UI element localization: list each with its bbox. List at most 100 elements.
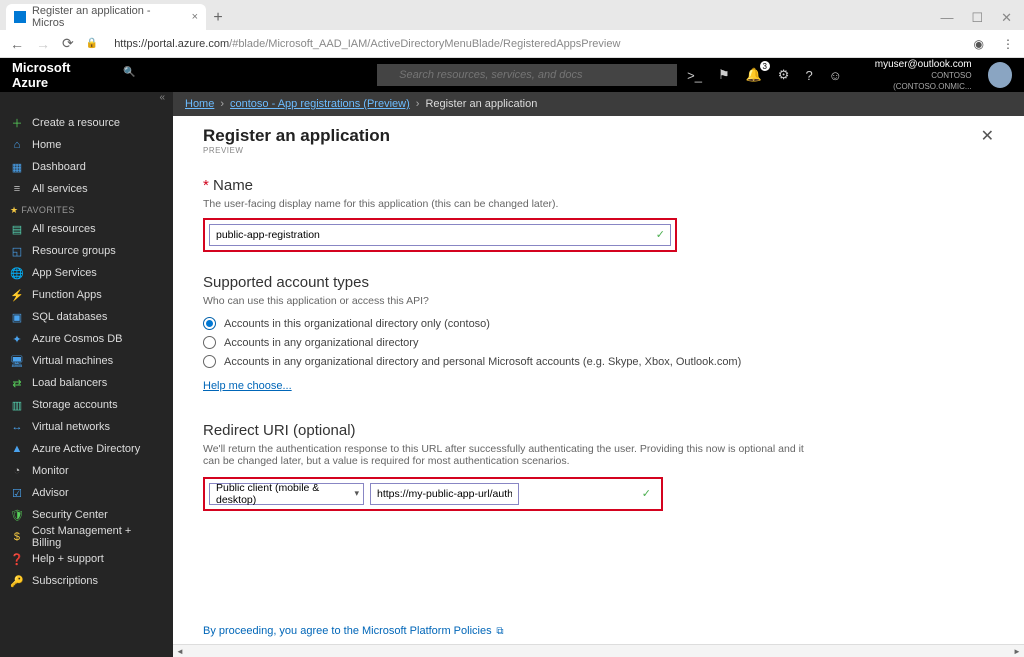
sidebar-item-app-services[interactable]: 🌐App Services — [0, 262, 173, 284]
tab-close-icon[interactable]: × — [192, 11, 198, 23]
breadcrumb-app-reg[interactable]: contoso - App registrations (Preview) — [230, 98, 410, 110]
sidebar-item-virtual-machines[interactable]: 🖥Virtual machines — [0, 350, 173, 372]
tab-title: Register an application - Micros — [32, 5, 186, 29]
page-title: Register an application — [203, 126, 390, 146]
plus-icon: ＋ — [10, 115, 24, 131]
url-text[interactable]: https://portal.azure.com/#blade/Microsof… — [114, 38, 620, 50]
global-search-input[interactable] — [377, 64, 677, 86]
vnet-icon: ↔ — [10, 421, 24, 433]
sidebar-item-cosmos-db[interactable]: ✦Azure Cosmos DB — [0, 328, 173, 350]
user-account[interactable]: myuser@outlook.com CONTOSO (CONTOSO.ONMI… — [858, 59, 972, 92]
horizontal-scrollbar[interactable]: ◄ ► — [173, 644, 1024, 657]
search-wrap — [117, 64, 677, 86]
browser-tab[interactable]: Register an application - Micros × — [6, 4, 206, 30]
redirect-highlight: Public client (mobile & desktop) ▾ ✓ — [203, 477, 663, 511]
sidebar-item-dashboard[interactable]: ▦Dashboard — [0, 156, 173, 178]
cloud-shell-icon[interactable]: >_ — [687, 68, 702, 83]
external-link-icon: ⧉ — [494, 626, 504, 637]
redirect-type-dropdown[interactable]: Public client (mobile & desktop) ▾ — [209, 483, 364, 505]
vm-icon: 🖥 — [10, 355, 24, 368]
scroll-right-icon[interactable]: ► — [1010, 645, 1024, 657]
name-highlight: ✓ — [203, 218, 677, 252]
sidebar-item-sql-databases[interactable]: ▣SQL databases — [0, 306, 173, 328]
grid-icon: ▤ — [10, 223, 24, 236]
sidebar-item-storage-accounts[interactable]: ▥Storage accounts — [0, 394, 173, 416]
check-icon: ✓ — [642, 487, 651, 500]
back-icon[interactable]: ← — [10, 36, 24, 52]
sidebar-collapse-icon[interactable]: « — [0, 92, 173, 112]
sidebar-favorites-header: ★ FAVORITES — [0, 200, 173, 218]
minimize-icon[interactable]: — — [940, 10, 953, 26]
radio-icon — [203, 317, 216, 330]
content-area: Home › contoso - App registrations (Prev… — [173, 92, 1024, 657]
directory-filter-icon[interactable]: ⚑ — [718, 67, 730, 83]
breadcrumb-home[interactable]: Home — [185, 98, 214, 110]
notifications-icon[interactable]: 🔔 — [746, 67, 762, 83]
account-types-help: Who can use this application or access t… — [203, 295, 994, 307]
cosmos-icon: ✦ — [10, 333, 24, 346]
help-me-choose-link[interactable]: Help me choose... — [203, 380, 994, 392]
profile-icon[interactable]: ◉ — [974, 37, 984, 51]
azure-favicon — [14, 11, 26, 23]
avatar[interactable] — [988, 62, 1012, 88]
shield-icon: 🛡 — [10, 509, 24, 522]
sidebar-item-load-balancers[interactable]: ⇄Load balancers — [0, 372, 173, 394]
sidebar-item-cost-mgmt[interactable]: $Cost Management + Billing — [0, 526, 173, 548]
sidebar-item-aad[interactable]: ▲Azure Active Directory — [0, 438, 173, 460]
sidebar-item-all-services[interactable]: ≡All services — [0, 178, 173, 200]
sidebar-item-resource-groups[interactable]: ◱Resource groups — [0, 240, 173, 262]
sidebar-item-advisor[interactable]: ☑Advisor — [0, 482, 173, 504]
aad-icon: ▲ — [10, 443, 24, 455]
new-tab-button[interactable]: + — [206, 6, 230, 30]
storage-icon: ▥ — [10, 399, 24, 412]
lock-icon: 🔒 — [86, 38, 98, 49]
help-icon[interactable]: ? — [805, 68, 812, 83]
app-name-input[interactable] — [209, 224, 671, 246]
maximize-icon[interactable]: ☐ — [971, 10, 983, 26]
account-types-heading: Supported account types — [203, 274, 994, 291]
chevron-right-icon: › — [220, 98, 224, 110]
cost-icon: $ — [10, 531, 24, 543]
forward-icon[interactable]: → — [36, 36, 50, 52]
scroll-left-icon[interactable]: ◄ — [173, 645, 187, 657]
list-icon: ≡ — [10, 183, 24, 195]
redirect-uri-input[interactable] — [370, 483, 519, 505]
sidebar-item-monitor[interactable]: ◔Monitor — [0, 460, 173, 482]
balancer-icon: ⇄ — [10, 377, 24, 390]
reload-icon[interactable]: ⟳ — [62, 35, 74, 52]
sidebar-item-help-support[interactable]: ❓Help + support — [0, 548, 173, 570]
group-icon: ◱ — [10, 245, 24, 258]
policies-link[interactable]: By proceeding, you agree to the Microsof… — [203, 625, 504, 637]
sql-icon: ▣ — [10, 311, 24, 324]
brand-label: Microsoft Azure — [12, 60, 107, 90]
name-heading: Name — [203, 177, 994, 194]
menu-icon[interactable]: ⋮ — [1002, 37, 1014, 51]
preview-label: PREVIEW — [203, 146, 390, 155]
sidebar-item-subscriptions[interactable]: 🔑Subscriptions — [0, 570, 173, 592]
sidebar-item-security-center[interactable]: 🛡Security Center — [0, 504, 173, 526]
close-blade-icon[interactable]: ✕ — [981, 126, 994, 146]
sidebar-item-virtual-networks[interactable]: ↔Virtual networks — [0, 416, 173, 438]
close-window-icon[interactable]: ✕ — [1001, 10, 1012, 26]
support-icon: ❓ — [10, 553, 24, 566]
radio-option-single-tenant[interactable]: Accounts in this organizational director… — [203, 317, 994, 330]
user-email: myuser@outlook.com — [858, 59, 972, 70]
sidebar-item-home[interactable]: ⌂Home — [0, 134, 173, 156]
sidebar-item-create-resource[interactable]: ＋Create a resource — [0, 112, 173, 134]
dashboard-icon: ▦ — [10, 161, 24, 174]
settings-icon[interactable]: ⚙ — [778, 67, 790, 83]
sidebar-item-all-resources[interactable]: ▤All resources — [0, 218, 173, 240]
radio-option-multi-personal[interactable]: Accounts in any organizational directory… — [203, 355, 994, 368]
globe-icon: 🌐 — [10, 267, 24, 280]
redirect-heading: Redirect URI (optional) — [203, 422, 994, 439]
check-icon: ✓ — [656, 228, 665, 241]
radio-option-multi-tenant[interactable]: Accounts in any organizational directory — [203, 336, 994, 349]
chevron-right-icon: › — [416, 98, 420, 110]
radio-icon — [203, 355, 216, 368]
home-icon: ⌂ — [10, 139, 24, 151]
window-controls: — ☐ ✕ — [928, 6, 1024, 30]
sidebar-item-function-apps[interactable]: ⚡Function Apps — [0, 284, 173, 306]
bolt-icon: ⚡ — [10, 289, 24, 302]
blade-body: Register an application PREVIEW ✕ Name T… — [173, 116, 1024, 657]
feedback-icon[interactable]: ☺ — [829, 68, 842, 83]
